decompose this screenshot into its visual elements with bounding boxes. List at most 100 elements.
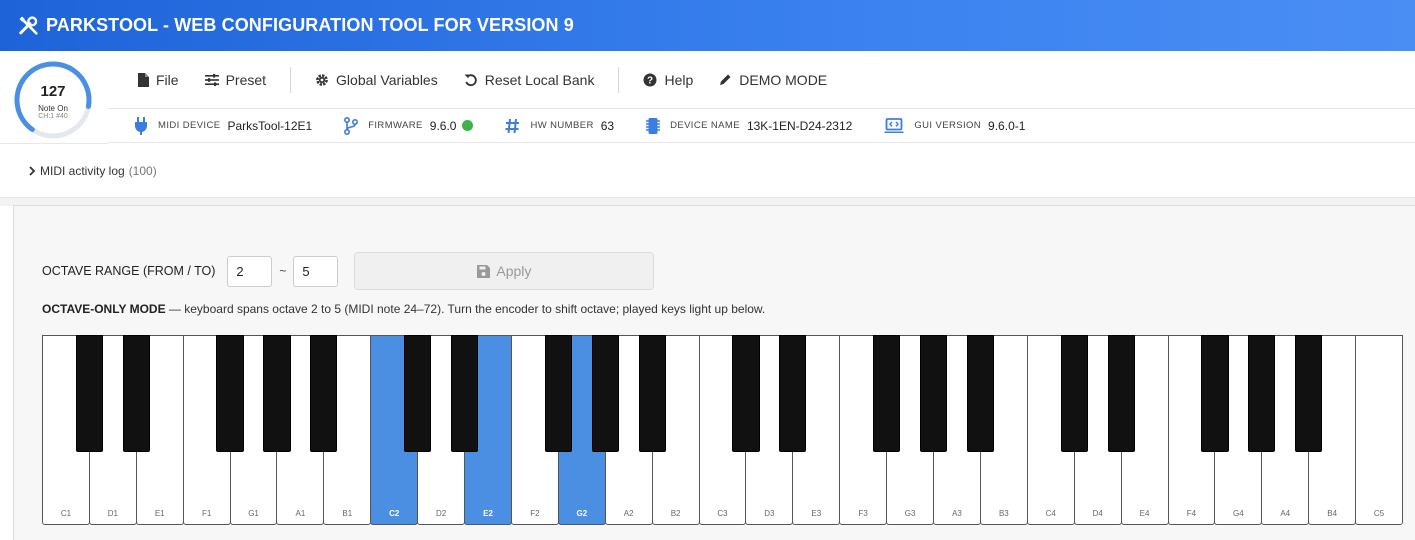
- key-label: A2: [623, 509, 634, 518]
- mode-title: OCTAVE-ONLY MODE: [42, 302, 166, 316]
- octave-separator: ~: [279, 264, 287, 278]
- pencil-icon: [720, 74, 731, 85]
- file-icon: [138, 72, 149, 87]
- device-name-info: DEVICE NAME 13K-1EN-D24-2312: [646, 117, 852, 135]
- branch-icon: [344, 116, 359, 135]
- octave-to-input[interactable]: [293, 255, 339, 287]
- menu-file[interactable]: File: [138, 72, 179, 88]
- black-key-fs1[interactable]: [216, 335, 244, 452]
- gear-icon: [316, 73, 328, 86]
- piano-keyboard: C1 D1 E1 F1 G1 A1 B1 C2 D2 E2 F2 G2 A2 B2 C3 D3 E3 F3 G3 A3…: [42, 335, 1415, 525]
- key-label: F1: [201, 509, 212, 518]
- menu-divider: [290, 66, 292, 93]
- menu-bar: File Preset Global Variables Reset Local…: [108, 51, 1415, 109]
- black-key-ds1[interactable]: [122, 335, 150, 452]
- key-label: G2: [576, 509, 588, 518]
- save-icon: [477, 264, 491, 278]
- octave-from-input[interactable]: [227, 255, 273, 287]
- gui-version-info: GUI VERSION 9.6.0-1: [884, 117, 1025, 134]
- key-label: D1: [107, 509, 118, 518]
- black-key-fs4[interactable]: [1201, 335, 1229, 452]
- gauge-channel: CH:1 #40: [38, 113, 68, 120]
- octave-panel: OCTAVE RANGE (FROM / TO) ~ Apply OCTAVE-…: [13, 205, 1415, 540]
- black-key-ds2[interactable]: [450, 335, 479, 452]
- svg-text:?: ?: [647, 75, 653, 86]
- key-label: G4: [1233, 509, 1244, 518]
- black-key-fs3[interactable]: [873, 335, 901, 452]
- octave-range-row: OCTAVE RANGE (FROM / TO) ~ Apply: [42, 252, 655, 290]
- black-key-cs3[interactable]: [732, 335, 760, 452]
- key-label: B2: [670, 509, 681, 518]
- key-label: E3: [811, 509, 822, 518]
- firmware-value: 9.6.0: [429, 118, 457, 133]
- midi-device-value: ParksTool-12E1: [227, 118, 313, 133]
- app-title: PARKSTOOL - WEB CONFIGURATION TOOL FOR V…: [46, 15, 574, 35]
- black-key-gs4[interactable]: [1248, 335, 1276, 452]
- black-key-as1[interactable]: [310, 335, 338, 452]
- gui-version-key: GUI VERSION: [914, 120, 982, 131]
- key-label: D3: [764, 509, 775, 518]
- black-key-as3[interactable]: [966, 335, 995, 452]
- key-label: C4: [1045, 509, 1056, 518]
- menu-preset-label: Preset: [225, 71, 267, 88]
- key-label: B3: [998, 509, 1009, 518]
- key-label: A4: [1280, 509, 1291, 518]
- menu-demo-mode-label: DEMO MODE: [739, 71, 828, 88]
- question-circle-icon: ?: [643, 73, 657, 86]
- note-gauge: 127 Note On CH:1 #40: [0, 51, 108, 143]
- menu-preset[interactable]: Preset: [204, 71, 267, 88]
- key-label: D2: [436, 509, 447, 518]
- menu-demo-mode[interactable]: DEMO MODE: [719, 72, 827, 88]
- midi-activity-log-label: MIDI activity log: [40, 163, 125, 178]
- hw-number-info: HW NUMBER 63: [505, 118, 614, 134]
- apply-button[interactable]: Apply: [354, 252, 655, 290]
- title-bar: PARKSTOOL - WEB CONFIGURATION TOOL FOR V…: [0, 0, 1415, 51]
- undo-icon: [464, 73, 477, 86]
- menu-divider: [618, 66, 620, 93]
- mode-description: OCTAVE-ONLY MODE — keyboard spans octave…: [42, 302, 765, 316]
- menu-reset-local-bank-label: Reset Local Bank: [484, 71, 595, 88]
- black-key-gs1[interactable]: [263, 335, 291, 452]
- black-key-cs2[interactable]: [404, 335, 432, 452]
- black-key-fs2[interactable]: [544, 335, 572, 452]
- apply-button-label: Apply: [496, 263, 532, 279]
- key-label: E4: [1139, 509, 1150, 518]
- key-label: G3: [904, 509, 916, 518]
- midi-activity-log-toggle[interactable]: MIDI activity log (100): [0, 144, 1415, 198]
- midi-device-key: MIDI DEVICE: [158, 120, 221, 131]
- key-label: C3: [717, 509, 728, 518]
- menu-help-label: Help: [664, 71, 694, 88]
- midi-device-info: MIDI DEVICE ParksTool-12E1: [134, 116, 313, 135]
- black-key-as4[interactable]: [1295, 335, 1323, 452]
- laptop-code-icon: [884, 117, 904, 133]
- black-key-gs2[interactable]: [591, 335, 619, 452]
- key-label: D4: [1092, 509, 1103, 518]
- menu-global-variables[interactable]: Global Variables: [315, 72, 438, 88]
- midi-activity-log-count: (100): [128, 163, 157, 178]
- firmware-key: FIRMWARE: [368, 120, 423, 131]
- key-label: E2: [483, 509, 493, 518]
- firmware-status-icon: [462, 120, 474, 131]
- gauge-value: 127: [40, 83, 66, 100]
- black-key-ds4[interactable]: [1107, 335, 1135, 452]
- key-label: F2: [530, 509, 540, 518]
- tools-icon: [19, 15, 38, 35]
- sliders-icon: [204, 73, 219, 86]
- black-key-gs3[interactable]: [919, 335, 948, 452]
- hw-number-key: HW NUMBER: [530, 120, 594, 131]
- white-key-c5[interactable]: C5: [1355, 335, 1403, 525]
- menu-reset-local-bank[interactable]: Reset Local Bank: [464, 71, 595, 88]
- menu-help[interactable]: ? Help: [643, 72, 693, 88]
- key-label: C2: [389, 509, 400, 518]
- black-key-ds3[interactable]: [779, 335, 807, 452]
- black-key-as2[interactable]: [638, 335, 666, 452]
- key-label: G1: [248, 509, 259, 518]
- menu-file-label: File: [156, 71, 179, 88]
- key-label: C1: [60, 509, 72, 518]
- device-name-value: 13K-1EN-D24-2312: [746, 118, 853, 133]
- key-label: B1: [342, 509, 353, 518]
- chevron-right-icon: [29, 165, 36, 176]
- key-label: A3: [952, 509, 962, 518]
- black-key-cs1[interactable]: [75, 335, 103, 452]
- black-key-cs4[interactable]: [1060, 335, 1088, 452]
